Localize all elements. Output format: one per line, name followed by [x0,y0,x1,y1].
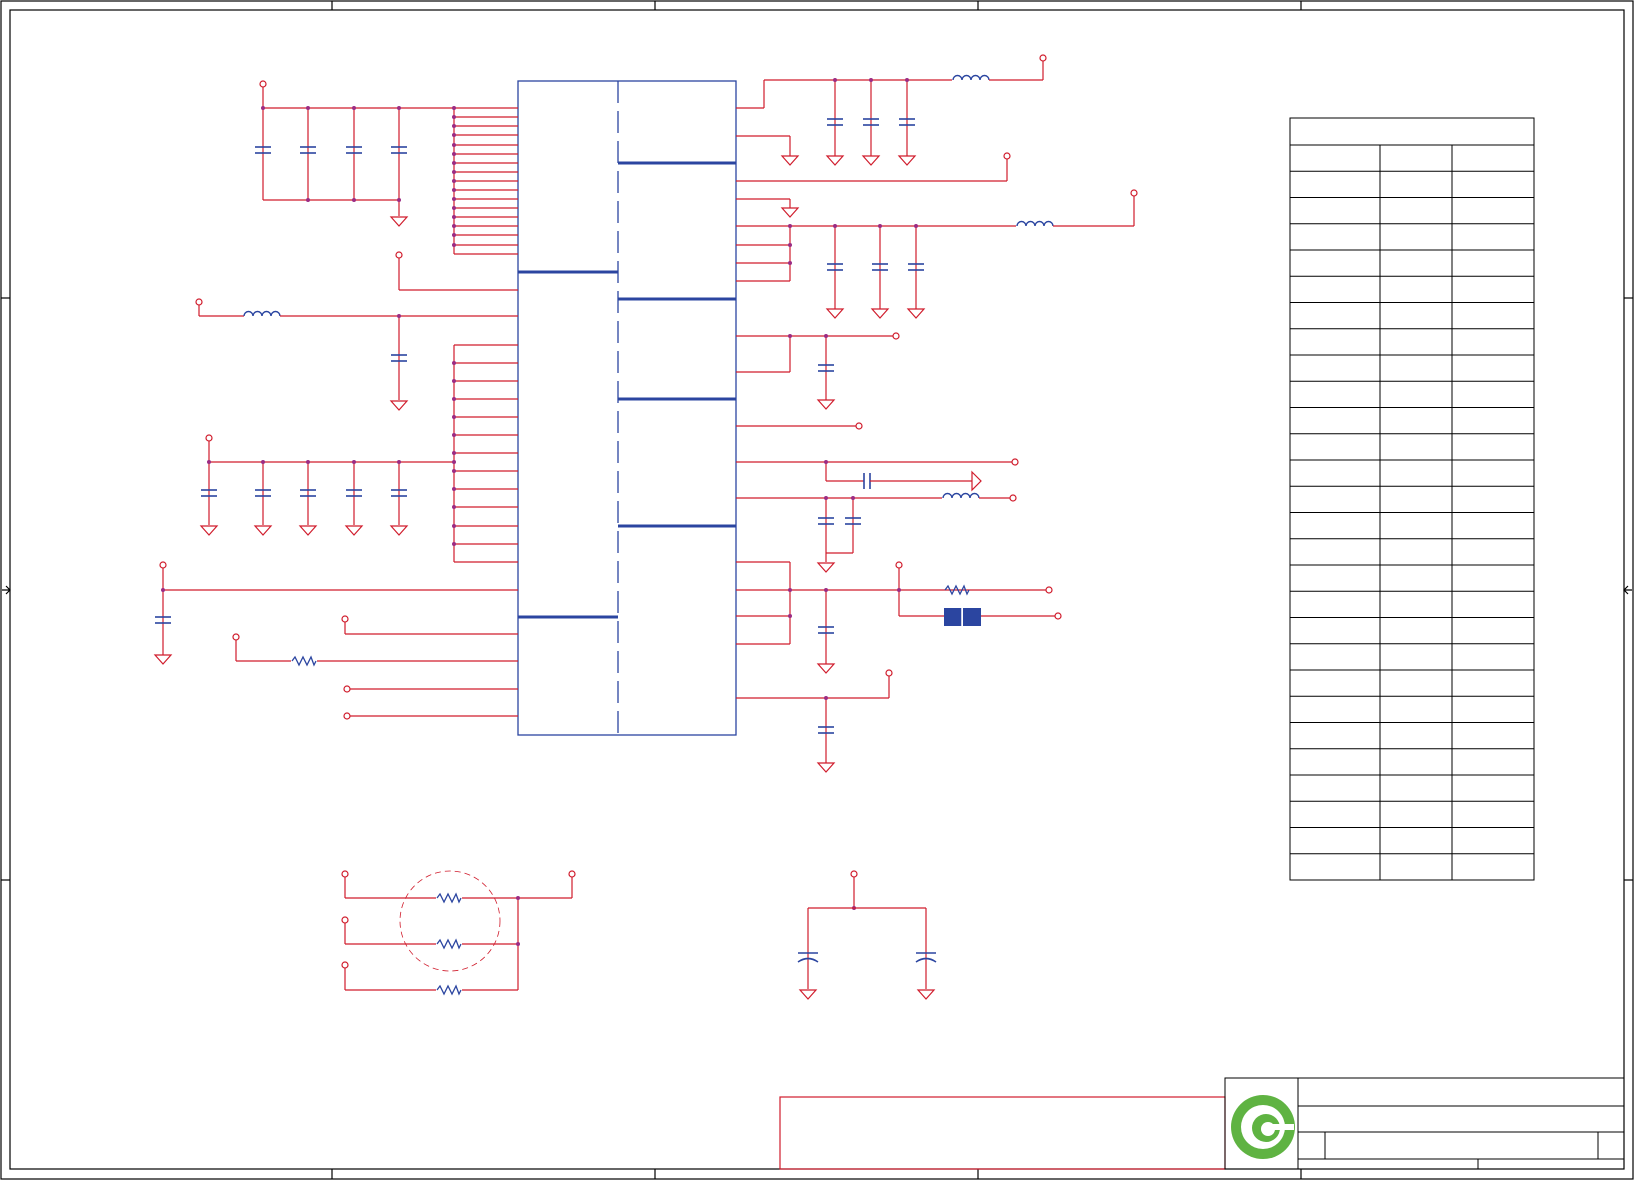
ground-symbol [390,400,408,411]
ground-symbol [390,216,408,227]
left-mid-decoupling-bank [200,344,518,563]
bottom-bulk-caps [797,870,937,1000]
left-inductor-filter [195,251,518,411]
company-logo [1231,1095,1295,1159]
crystal-jumper [944,608,981,626]
schematic-sheet [0,0,1634,1180]
left-lower-nets [154,561,518,720]
inductor [243,310,281,317]
right-top-filter [736,54,1047,218]
main-ic-symbol [517,80,737,736]
title-block [779,1077,1625,1170]
power-port-1 [259,80,267,88]
resistor [291,656,317,666]
top-left-decoupling-bank [254,80,518,255]
bottom-resistor-network [341,870,576,995]
right-mid-nets [736,332,1019,573]
pin-table [1289,117,1535,881]
right-lower-nets [736,561,1062,773]
highlight-circle [399,870,501,972]
